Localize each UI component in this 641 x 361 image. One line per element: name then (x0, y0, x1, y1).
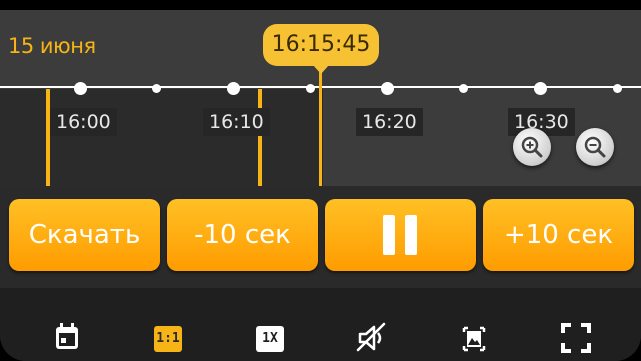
fullscreen-icon (561, 323, 591, 353)
calendar-button[interactable] (47, 318, 87, 358)
image-icon (462, 326, 486, 352)
zoom-out-button[interactable] (576, 128, 614, 166)
timeline-dot (534, 82, 547, 95)
tick-label-16-20: 16:20 (356, 108, 423, 136)
aspect-ratio-label: 1:1 (154, 326, 182, 352)
timeline-dot (459, 84, 468, 93)
timeline-dot (381, 82, 394, 95)
bottom-toolbar: 1:1 1X (0, 288, 641, 361)
current-time-bubble: 16:15:45 (263, 24, 379, 74)
playback-speed-label: 1X (256, 326, 284, 352)
playback-speed-button[interactable]: 1X (251, 318, 291, 358)
timeline[interactable]: 15 июня 16:00 16:10 16:20 16:30 16:15:45 (0, 10, 641, 186)
player-screen: 15 июня 16:00 16:10 16:20 16:30 16:15:45 (0, 0, 641, 361)
timeline-dot (74, 82, 87, 95)
download-button[interactable]: Скачать (9, 199, 160, 271)
calendar-icon (56, 323, 78, 349)
speaker-muted-icon (356, 322, 386, 352)
forward-10-button[interactable]: +10 сек (483, 199, 634, 271)
timeline-dot (227, 82, 240, 95)
playback-controls: Скачать -10 сек +10 сек (0, 186, 641, 288)
segment-marker (258, 89, 262, 186)
zoom-in-button[interactable] (513, 128, 551, 166)
timeline-dot (613, 84, 622, 93)
rewind-10-button[interactable]: -10 сек (167, 199, 318, 271)
snapshot-button[interactable] (454, 318, 494, 358)
aspect-ratio-button[interactable]: 1:1 (149, 318, 189, 358)
timeline-dot (306, 84, 315, 93)
zoom-in-icon (521, 136, 543, 158)
tick-label-16-00: 16:00 (50, 108, 117, 136)
zoom-out-icon (584, 136, 606, 158)
segment-marker (46, 89, 50, 186)
top-bar (0, 0, 641, 10)
timeline-dot (152, 84, 161, 93)
tick-label-16-10: 16:10 (203, 108, 270, 136)
playhead[interactable] (319, 68, 322, 186)
date-label: 15 июня (8, 34, 96, 58)
pause-button[interactable] (325, 199, 476, 271)
fullscreen-button[interactable] (556, 318, 596, 358)
mute-button[interactable] (352, 318, 392, 358)
